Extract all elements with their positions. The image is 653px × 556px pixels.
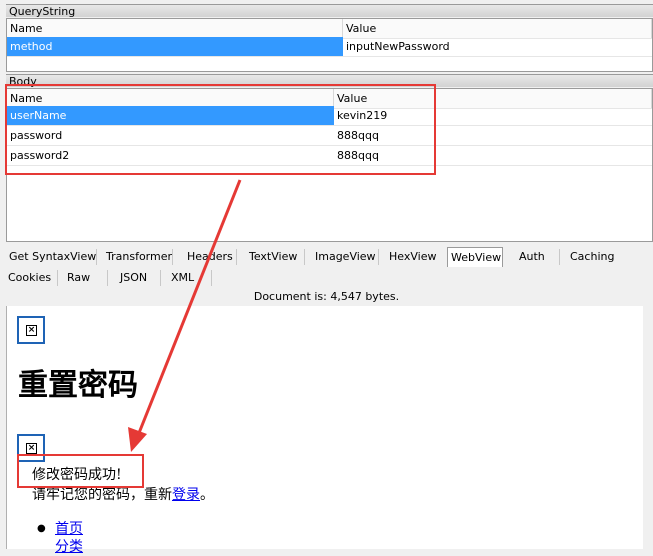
annotation-arrow-head xyxy=(128,427,147,452)
annotation-arrow-line xyxy=(135,179,242,439)
annotation-arrow xyxy=(128,179,242,452)
